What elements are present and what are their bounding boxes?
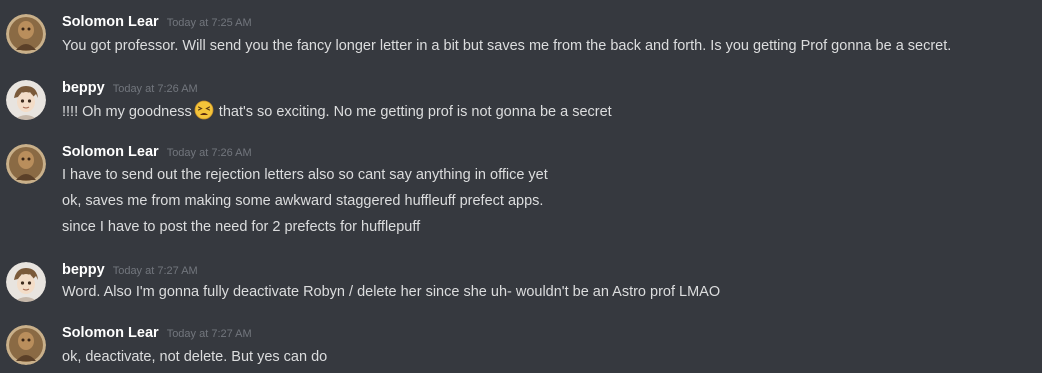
message-group-beppy-1: beppy Today at 7:26 AM !!!! Oh my goodne… (0, 80, 1042, 124)
message-text: Word. Also I'm gonna fully deactivate Ro… (62, 284, 721, 300)
timestamp: Today at 7:27 AM (166, 328, 252, 340)
avatar[interactable] (6, 80, 46, 120)
message-header: Solomon Lear Today at 7:26 AM (62, 144, 252, 164)
avatar[interactable] (6, 262, 46, 302)
timestamp: Today at 7:26 AM (112, 83, 198, 95)
avatar[interactable] (6, 325, 46, 365)
message-text: I have to send out the rejection letters… (62, 167, 548, 183)
username[interactable]: Solomon Lear (62, 14, 159, 30)
message-group-solomon-2: Solomon Lear Today at 7:26 AM I have to … (0, 144, 1042, 240)
message-group-beppy-2: beppy Today at 7:27 AM Word. Also I'm go… (0, 262, 1042, 306)
message-group-solomon-1: Solomon Lear Today at 7:25 AM You got pr… (0, 14, 1042, 58)
tired-face-emoji-icon (194, 100, 214, 120)
username[interactable]: beppy (62, 80, 105, 96)
username[interactable]: Solomon Lear (62, 325, 159, 341)
timestamp: Today at 7:26 AM (166, 147, 252, 159)
message-header: Solomon Lear Today at 7:27 AM (62, 325, 252, 345)
message-header: Solomon Lear Today at 7:25 AM (62, 14, 252, 34)
avatar[interactable] (6, 14, 46, 54)
message-group-solomon-3: Solomon Lear Today at 7:27 AM ok, deacti… (0, 325, 1042, 371)
message-header: beppy Today at 7:27 AM (62, 262, 198, 282)
message-header: beppy Today at 7:26 AM (62, 80, 198, 100)
username[interactable]: beppy (62, 262, 105, 278)
message-text-after-emoji: that's so exciting. No me getting prof i… (218, 104, 612, 120)
message-text: You got professor. Will send you the fan… (62, 38, 952, 54)
message-text: ok, saves me from making some awkward st… (62, 193, 544, 209)
timestamp: Today at 7:27 AM (112, 265, 198, 277)
avatar[interactable] (6, 144, 46, 184)
username[interactable]: Solomon Lear (62, 144, 159, 160)
timestamp: Today at 7:25 AM (166, 17, 252, 29)
message-text: ok, deactivate, not delete. But yes can … (62, 349, 328, 365)
message-text-before-emoji: !!!! Oh my goodness (62, 104, 192, 120)
message-text: !!!! Oh my goodness that's so exciting. … (62, 100, 612, 122)
message-text: since I have to post the need for 2 pref… (62, 219, 421, 235)
